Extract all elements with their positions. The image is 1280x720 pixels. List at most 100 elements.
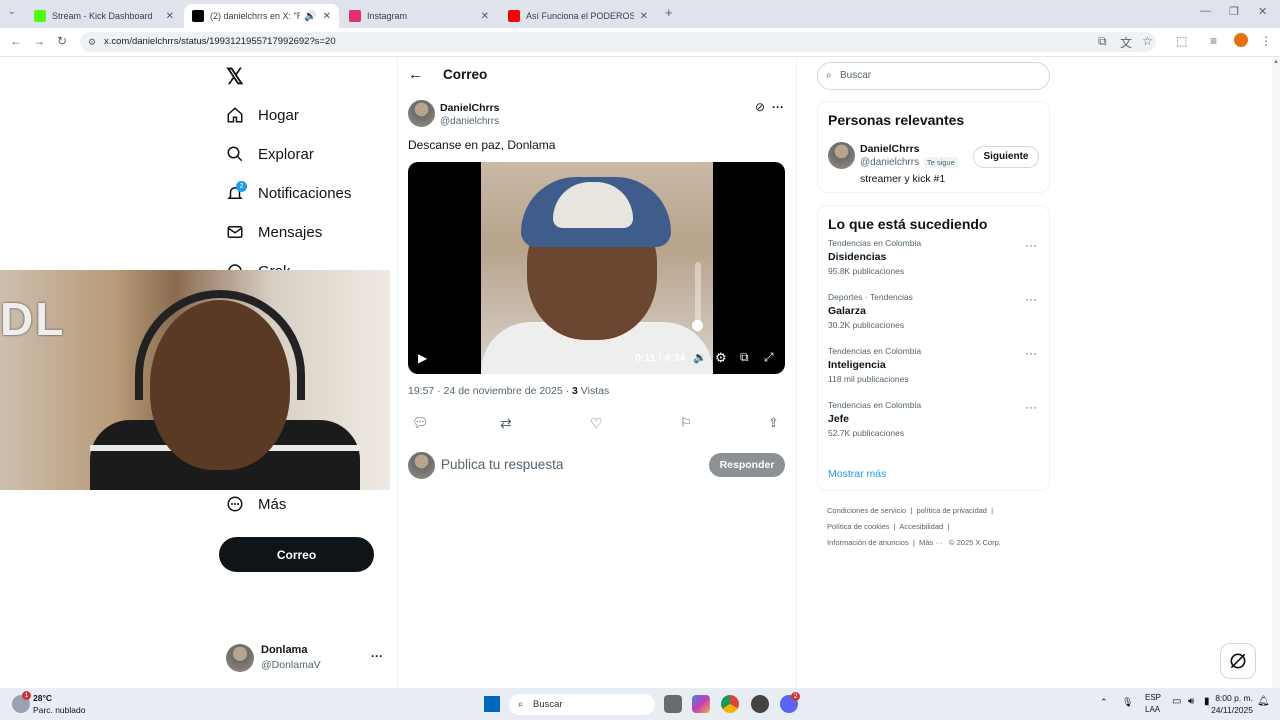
translate-icon[interactable]: 文 bbox=[1120, 34, 1132, 51]
new-tab-icon[interactable]: + bbox=[665, 5, 673, 20]
speaker-icon[interactable]: 🔊 bbox=[304, 11, 316, 22]
taskbar-search[interactable]: ⌕ Buscar bbox=[509, 694, 655, 715]
obs-icon[interactable] bbox=[751, 695, 769, 713]
task-view-icon[interactable] bbox=[664, 695, 682, 713]
taskbar: 1 28°C Parc. nublado ⌕ Buscar 2 ⌃ 🎙︎ ESP… bbox=[0, 688, 1280, 720]
following-button[interactable]: Siguiente bbox=[973, 146, 1039, 168]
privacy-link[interactable]: política de privacidad bbox=[917, 506, 987, 515]
more-options-icon[interactable]: ··· bbox=[772, 100, 784, 114]
video-player[interactable]: ▶ 0:11 / 4:34 🔉 ⚙ ⧉ ⤢ bbox=[408, 162, 785, 374]
accessibility-link[interactable]: Accesibilidad bbox=[899, 522, 943, 531]
reply-button[interactable]: Responder bbox=[709, 453, 785, 477]
search-input[interactable]: ⌕ Buscar bbox=[817, 62, 1050, 90]
account-switcher[interactable]: Donlama @DonlamaV ··· bbox=[226, 641, 386, 675]
post-timestamp[interactable]: 19:57 · 24 de noviembre de 2025 · bbox=[408, 385, 572, 397]
site-info-icon[interactable]: ⚙ bbox=[88, 32, 96, 52]
more-options-icon[interactable]: ··· bbox=[1025, 346, 1037, 360]
reply-input[interactable]: Publica tu respuesta bbox=[441, 457, 563, 472]
restore-icon[interactable]: ❐ bbox=[1229, 5, 1239, 18]
more-options-icon[interactable]: ··· bbox=[1025, 400, 1037, 414]
back-arrow-icon[interactable]: ← bbox=[408, 66, 423, 83]
reload-icon[interactable]: ↻ bbox=[57, 34, 67, 48]
trend-name: Galarza bbox=[828, 305, 866, 317]
close-icon[interactable]: ✕ bbox=[166, 11, 174, 22]
youtube-icon bbox=[508, 10, 520, 22]
like-icon[interactable]: ♡ bbox=[590, 415, 603, 432]
show-more-link[interactable]: Mostrar más bbox=[828, 468, 886, 480]
x-logo-icon[interactable]: 𝕏 bbox=[226, 64, 244, 90]
media-icon[interactable]: ≡ bbox=[1210, 34, 1217, 48]
more-options-icon[interactable]: ··· bbox=[1025, 238, 1037, 252]
back-icon[interactable]: ← bbox=[10, 34, 22, 48]
trend-item[interactable]: Tendencias en Colombia Inteligencia 118 … bbox=[818, 346, 1049, 400]
author-handle[interactable]: @danielchrrs bbox=[440, 116, 499, 127]
close-icon[interactable]: ✕ bbox=[640, 11, 648, 22]
keyboard-layout[interactable]: LAA bbox=[1145, 705, 1160, 714]
repost-icon[interactable]: ⇄ bbox=[500, 415, 512, 432]
grok-explain-icon[interactable]: ⊘ bbox=[755, 100, 765, 114]
volume-icon[interactable]: 🔊︎ bbox=[1188, 696, 1194, 707]
sidebar-item-more[interactable]: Más bbox=[226, 495, 286, 513]
tab-kick[interactable]: Stream - Kick Dashboard ✕ bbox=[26, 4, 182, 28]
tray-chevron-icon[interactable]: ⌃ bbox=[1100, 697, 1108, 708]
more-options-icon[interactable]: ··· bbox=[1025, 292, 1037, 306]
user-handle[interactable]: @danielchrrs bbox=[860, 157, 919, 168]
sidebar-item-messages[interactable]: Mensajes bbox=[226, 223, 322, 241]
menu-icon[interactable]: ⋮ bbox=[1260, 34, 1272, 48]
sidebar-item-home[interactable]: Hogar bbox=[226, 106, 299, 124]
minimize-icon[interactable]: — bbox=[1200, 5, 1211, 17]
user-bio: streamer y kick #1 bbox=[860, 173, 946, 185]
more-options-icon[interactable]: ··· bbox=[371, 649, 383, 663]
trend-item[interactable]: Tendencias en Colombia Jefe 52.7K public… bbox=[818, 400, 1049, 454]
profile-avatar-icon[interactable] bbox=[1234, 33, 1248, 47]
author-name[interactable]: DanielChrrs bbox=[440, 102, 500, 114]
avatar[interactable] bbox=[828, 142, 855, 169]
sidebar-item-explore[interactable]: Explorar bbox=[226, 145, 314, 163]
language-indicator[interactable]: ESP bbox=[1145, 693, 1161, 702]
settings-icon[interactable]: ⚙ bbox=[715, 350, 727, 366]
volume-icon[interactable]: 🔉 bbox=[693, 351, 707, 364]
microphone-icon[interactable]: 🎙︎ bbox=[1122, 697, 1133, 708]
trend-item[interactable]: Deportes · Tendencias Galarza 30.2K publ… bbox=[818, 292, 1049, 346]
footer-more-link[interactable]: Más ··· bbox=[919, 538, 943, 547]
reply-icon[interactable]: 💬︎ bbox=[412, 415, 429, 431]
avatar[interactable] bbox=[408, 100, 435, 127]
network-icon[interactable]: ▭ bbox=[1172, 696, 1181, 707]
fullscreen-icon[interactable]: ⤢ bbox=[764, 350, 774, 365]
tab-list-icon[interactable]: ⌄ bbox=[8, 6, 16, 17]
scroll-up-icon[interactable]: ▲ bbox=[1273, 59, 1279, 65]
extensions-icon[interactable]: ⬚ bbox=[1176, 34, 1187, 48]
volume-knob[interactable] bbox=[692, 320, 703, 331]
clock-time[interactable]: 8:00 p. m. bbox=[1209, 693, 1253, 703]
notifications-icon[interactable]: 🔔︎ bbox=[1257, 696, 1270, 707]
ads-info-link[interactable]: Información de anuncios bbox=[827, 538, 909, 547]
play-icon[interactable]: ▶ bbox=[418, 351, 427, 365]
url-input[interactable]: ⚙ x.com/danielchrrs/status/1993121955717… bbox=[80, 32, 1156, 52]
picture-in-picture-icon[interactable]: ⧉ bbox=[740, 350, 749, 365]
close-icon[interactable]: ✕ bbox=[481, 11, 489, 22]
sidebar-item-notifications[interactable]: 2 Notificaciones bbox=[226, 181, 351, 202]
video-controls: ▶ 0:11 / 4:34 🔉 ⚙ ⧉ ⤢ bbox=[408, 344, 785, 374]
close-icon[interactable]: ✕ bbox=[323, 11, 331, 22]
copilot-icon[interactable] bbox=[692, 695, 710, 713]
grok-button[interactable] bbox=[1220, 643, 1256, 679]
bookmark-icon[interactable]: ⚐ bbox=[680, 415, 692, 431]
terms-link[interactable]: Condiciones de servicio bbox=[827, 506, 906, 515]
user-name[interactable]: DanielChrrs bbox=[860, 143, 920, 155]
discord-badge: 2 bbox=[791, 692, 800, 701]
post-button[interactable]: Correo bbox=[219, 537, 374, 572]
cookies-link[interactable]: Política de cookies bbox=[827, 522, 890, 531]
forward-icon[interactable]: → bbox=[33, 34, 45, 48]
chrome-icon[interactable] bbox=[721, 695, 739, 713]
tab-instagram[interactable]: Instagram ✕ bbox=[341, 4, 497, 28]
share-icon[interactable]: ⇪ bbox=[768, 415, 779, 431]
tab-x[interactable]: (2) danielchrrs en X: "Rip do 🔊 ✕ bbox=[184, 4, 339, 28]
trend-item[interactable]: Tendencias en Colombia Disidencias 95.8K… bbox=[818, 238, 1049, 292]
tab-youtube[interactable]: Así Funciona el PODEROSO SIS ✕ bbox=[500, 4, 656, 28]
cast-icon[interactable]: ⧉ bbox=[1098, 34, 1107, 49]
close-window-icon[interactable]: ✕ bbox=[1258, 5, 1267, 18]
windows-start-icon[interactable] bbox=[484, 696, 500, 712]
page-scrollbar[interactable]: ▲ bbox=[1272, 57, 1280, 688]
bookmark-star-icon[interactable]: ☆ bbox=[1142, 34, 1153, 48]
clock-date[interactable]: 24/11/2025 bbox=[1209, 705, 1253, 715]
